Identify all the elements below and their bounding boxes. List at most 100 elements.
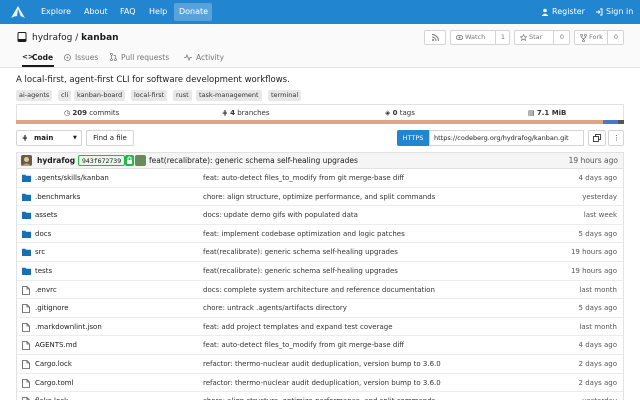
repo-owner-link[interactable]: hydrafog <box>32 33 72 43</box>
file-name-link[interactable]: Cargo.toml <box>35 379 74 387</box>
file-row[interactable]: tests feat(recalibrate): generic schema s… <box>17 262 623 281</box>
star-button[interactable]: Star 0 <box>514 30 570 45</box>
file-name-link[interactable]: .markdownlint.json <box>35 323 102 331</box>
watch-button[interactable]: Watch 1 <box>450 30 510 45</box>
fork-count[interactable]: 0 <box>607 31 624 44</box>
file-row[interactable]: AGENTS.md feat: auto-detect files_to_modi… <box>17 336 623 355</box>
file-icon <box>22 304 31 314</box>
topic-tag[interactable]: ai-agents <box>16 90 53 101</box>
nav-faq[interactable]: FAQ <box>115 3 141 21</box>
star-count[interactable]: 0 <box>553 31 570 44</box>
avatar[interactable] <box>21 155 32 166</box>
file-commit-message[interactable]: feat(recalibrate): generic schema self-h… <box>203 267 398 275</box>
tab-activity-label: Activity <box>196 53 225 62</box>
file-commit-message[interactable]: docs: update demo gifs with populated da… <box>203 211 358 219</box>
file-name-link[interactable]: .benchmarks <box>35 193 80 201</box>
commit-sha[interactable]: 943f672739 <box>78 155 126 166</box>
find-file-button[interactable]: Find a file <box>86 130 134 146</box>
file-icon <box>22 285 31 295</box>
fork-label: Fork <box>589 33 603 41</box>
clone-url-input[interactable]: https://codeberg.org/hydrafog/kanban.git <box>429 130 584 146</box>
tab-issues[interactable]: Issues <box>64 53 100 67</box>
file-name-link[interactable]: docs <box>35 230 51 238</box>
file-commit-message[interactable]: chore: untrack .agents/artifacts directo… <box>203 304 347 312</box>
file-name-link[interactable]: assets <box>35 211 57 219</box>
sign-in-link[interactable]: Sign in <box>601 3 638 21</box>
language-segment[interactable] <box>16 120 603 124</box>
file-name-link[interactable]: AGENTS.md <box>35 341 77 349</box>
file-commit-message[interactable]: feat: auto-detect files_to_modify from g… <box>203 341 404 349</box>
file-name-link[interactable]: .gitignore <box>35 304 69 312</box>
register-link[interactable]: Register <box>547 3 590 21</box>
nav-explore[interactable]: Explore <box>36 3 76 21</box>
file-commit-message[interactable]: feat(recalibrate): generic schema self-h… <box>203 248 398 256</box>
repo-name-link[interactable]: kanban <box>81 33 118 43</box>
file-row[interactable]: .envrc docs: complete system architecture… <box>17 281 623 300</box>
nav-about[interactable]: About <box>79 3 113 21</box>
branch-selector[interactable]: ⋕ main ▼ <box>16 130 82 146</box>
committer-avatar[interactable] <box>135 155 146 166</box>
tab-pull-requests[interactable]: Pull requests <box>110 53 170 67</box>
commits-stat[interactable]: ◷ 209 commits <box>64 109 119 117</box>
rss-icon <box>432 34 439 41</box>
file-commit-message[interactable]: docs: complete system architecture and r… <box>203 286 435 294</box>
file-row[interactable]: .gitignore chore: untrack .agents/artifac… <box>17 299 623 318</box>
file-commit-message[interactable]: feat: implement codebase optimization an… <box>203 230 405 238</box>
file-name-link[interactable]: .agents/skills/kanban <box>35 174 109 182</box>
file-name-link[interactable]: tests <box>35 267 52 275</box>
fork-button[interactable]: Fork 0 <box>574 30 624 45</box>
watch-count[interactable]: 1 <box>495 31 510 44</box>
file-row[interactable]: flake.lockchore: align structure, optimi… <box>17 392 623 400</box>
file-commit-message[interactable]: refactor: thermo-nuclear audit deduplica… <box>203 379 441 387</box>
topic-tag[interactable]: task-management <box>196 90 262 101</box>
commits-count: 209 <box>72 109 87 117</box>
file-name-link[interactable]: src <box>35 248 45 256</box>
commit-message[interactable]: feat(recalibrate): generic schema self-h… <box>149 156 358 165</box>
repo-separator: / <box>75 33 79 43</box>
topic-tag[interactable]: local-first <box>131 90 168 101</box>
nav-donate[interactable]: Donate <box>174 3 212 21</box>
file-commit-message[interactable]: feat: auto-detect files_to_modify from g… <box>203 174 404 182</box>
nav-help[interactable]: Help <box>144 3 172 21</box>
file-commit-age: yesterday <box>582 192 617 201</box>
latest-commit-bar: hydrafog 943f672739 feat(recalibrate): g… <box>16 152 624 169</box>
rss-button[interactable] <box>424 30 446 45</box>
language-segment[interactable] <box>617 120 624 124</box>
language-bar[interactable] <box>16 120 624 124</box>
file-commit-age: last month <box>579 285 617 294</box>
language-segment[interactable] <box>602 120 618 124</box>
tab-code[interactable]: <> Code <box>22 53 54 67</box>
commit-author[interactable]: hydrafog <box>37 156 75 165</box>
file-commit-message[interactable]: feat: add project templates and expand t… <box>203 323 393 331</box>
file-commit-age: 5 days ago <box>578 229 617 238</box>
tab-activity[interactable]: Activity <box>184 53 226 67</box>
file-icon <box>22 378 31 388</box>
file-commit-message[interactable]: refactor: thermo-nuclear audit deduplica… <box>203 360 441 368</box>
file-name-link[interactable]: .envrc <box>35 286 57 294</box>
branches-stat[interactable]: ⋕ 4 branches <box>222 109 270 117</box>
topic-tag[interactable]: terminal <box>268 90 302 101</box>
repo-size: 7.1 MiB <box>536 109 567 117</box>
codeberg-logo-icon[interactable] <box>10 4 26 20</box>
more-options-button[interactable]: ⋮ <box>608 130 624 146</box>
file-row[interactable]: .markdownlint.json feat: add project temp… <box>17 318 623 337</box>
file-row[interactable]: src feat(recalibrate): generic schema sel… <box>17 243 623 262</box>
tags-stat[interactable]: ◈ 0 tags <box>385 109 415 117</box>
file-commit-age: 2 days ago <box>578 360 617 368</box>
file-icon <box>22 322 31 332</box>
topic-tag[interactable]: rust <box>173 90 192 101</box>
file-row[interactable]: .agents/skills/kanban feat: auto-detect f… <box>17 169 623 188</box>
file-row[interactable]: Cargo.lock refactor: thermo-nuclear audit… <box>17 355 623 374</box>
file-row[interactable]: .benchmarks chore: align structure, optim… <box>17 188 623 207</box>
topic-tag[interactable]: cli <box>58 90 72 101</box>
repo-description: A local-first, agent-first CLI for softw… <box>16 75 290 85</box>
file-row[interactable]: docs feat: implement codebase optimizatio… <box>17 225 623 244</box>
topic-tag[interactable]: kanban-board <box>74 90 126 101</box>
https-button[interactable]: HTTPS <box>397 130 429 146</box>
file-name-link[interactable]: Cargo.lock <box>35 360 72 368</box>
file-row[interactable]: Cargo.toml refactor: thermo-nuclear audit… <box>17 374 623 393</box>
file-row[interactable]: assets docs: update demo gifs with popula… <box>17 206 623 225</box>
copy-url-button[interactable] <box>588 130 606 146</box>
file-commit-message[interactable]: chore: align structure, optimize perform… <box>203 193 435 201</box>
lock-icon[interactable] <box>125 155 134 166</box>
